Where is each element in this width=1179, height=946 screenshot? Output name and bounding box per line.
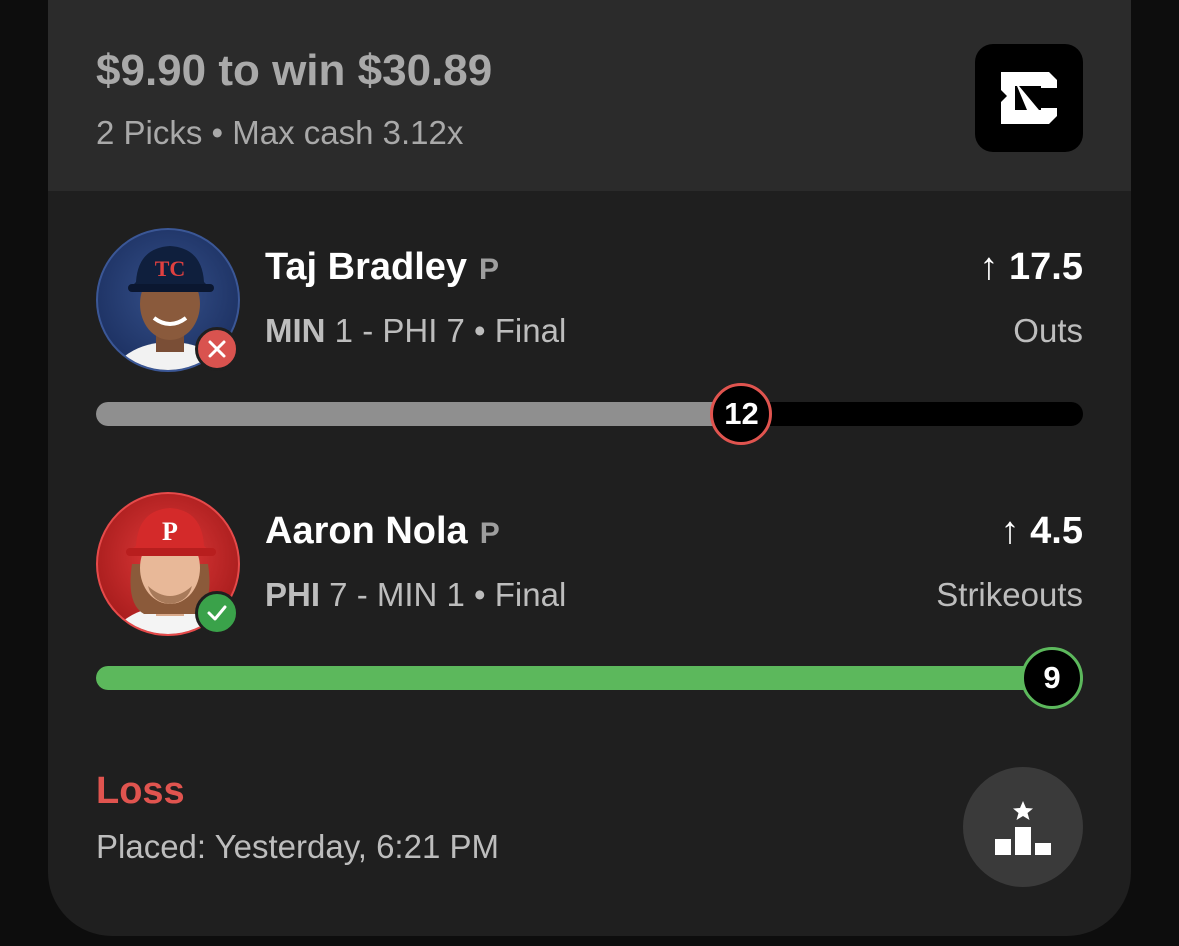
entry-header: $9.90 to win $30.89 2 Picks • Max cash 3… — [48, 0, 1131, 191]
stat-label: Outs — [1013, 312, 1083, 349]
stat-label: Strikeouts — [936, 576, 1083, 613]
progress-value-knob: 12 — [710, 383, 773, 445]
game-score: PHI 7 - MIN 1 • Final — [265, 576, 566, 614]
x-icon — [195, 327, 239, 371]
stat-line: ↑ 17.5 — [979, 246, 1083, 289]
team-abbr: MIN — [265, 312, 326, 349]
entry-card[interactable]: $9.90 to win $30.89 2 Picks • Max cash 3… — [48, 0, 1131, 936]
player-position: P — [479, 253, 500, 286]
player-name-text: Taj Bradley — [265, 246, 468, 288]
pick-row-aaron-nola[interactable]: P Aaron Nola P PHI 7 - MIN 1 • Final ↑ 4.… — [48, 492, 1131, 732]
game-score-text: 7 - MIN 1 • Final — [320, 576, 567, 613]
svg-text:TC: TC — [155, 256, 186, 281]
check-icon — [195, 591, 239, 635]
entry-status: Loss — [96, 770, 185, 812]
progress-value-knob: 9 — [1021, 647, 1083, 709]
line-value: 4.5 — [1030, 510, 1083, 552]
progress-track: 9 — [96, 647, 1083, 709]
game-score-text: 1 - PHI 7 • Final — [325, 312, 567, 349]
player-name: Aaron Nola P — [265, 510, 500, 553]
game-score: MIN 1 - PHI 7 • Final — [265, 312, 566, 350]
placed-timestamp: Placed: Yesterday, 6:21 PM — [96, 828, 499, 865]
player-name: Taj Bradley P — [265, 246, 499, 289]
progress-fill — [96, 402, 742, 426]
underdog-logo-icon — [975, 44, 1083, 152]
arrow-up-icon: ↑ — [1000, 510, 1020, 552]
leaderboard-button[interactable] — [963, 767, 1083, 887]
pick-row-taj-bradley[interactable]: TC Taj Bradley P MIN 1 - PHI 7 • Final ↑ … — [48, 228, 1131, 468]
stat-line: ↑ 4.5 — [1001, 510, 1083, 553]
entry-title: $9.90 to win $30.89 — [96, 46, 493, 95]
podium-star-icon — [995, 801, 1051, 855]
line-value: 17.5 — [1009, 246, 1083, 288]
team-abbr: PHI — [265, 576, 321, 613]
progress-track: 12 — [96, 383, 1083, 445]
player-position: P — [479, 517, 500, 550]
arrow-up-icon: ↑ — [979, 246, 999, 288]
svg-text:P: P — [162, 517, 178, 546]
progress-fill — [96, 666, 1083, 690]
player-name-text: Aaron Nola — [265, 510, 468, 552]
entry-subtitle: 2 Picks • Max cash 3.12x — [96, 114, 464, 151]
